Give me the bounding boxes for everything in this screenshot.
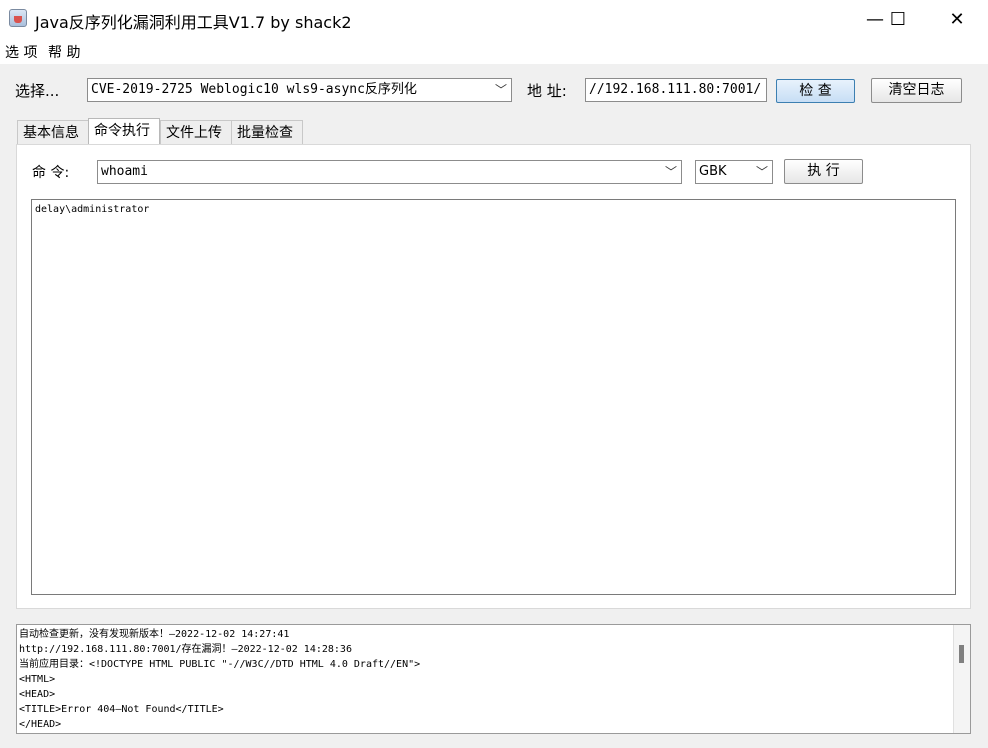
command-output-text: delay\administrator [35,204,150,215]
menu-options[interactable]: 选 项 [5,42,37,62]
select-label: 选择... [15,82,60,100]
log-line: 自动检查更新，没有发现新版本！—2022-12-02 14:27:41 [19,629,290,640]
exploit-select-value: CVE-2019-2725 Weblogic10 wls9-async反序列化 [91,82,417,97]
tab-basic-info[interactable]: 基本信息 [17,120,89,144]
address-label: 地 址: [527,82,567,100]
chevron-down-icon: ﹀ [664,165,677,179]
log-line: 当前应用目录：<!DOCTYPE HTML PUBLIC "-//W3C//DT… [19,659,421,670]
encoding-select-value: GBK [699,164,727,179]
menu-help[interactable]: 帮 助 [48,42,80,62]
tab-file-upload[interactable]: 文件上传 [160,120,232,144]
address-input-value: //192.168.111.80:7001/ [589,82,762,97]
command-input[interactable]: whoami ﹀ [97,160,682,184]
log-line: </HEAD> [19,719,62,730]
address-input[interactable]: //192.168.111.80:7001/ [585,78,767,102]
window-title: Java反序列化漏洞利用工具V1.7 by shack2 [35,13,352,32]
execute-button[interactable]: 执 行 [784,159,863,184]
check-button[interactable]: 检 查 [776,79,855,103]
log-area[interactable]: 自动检查更新，没有发现新版本！—2022-12-02 14:27:41 http… [16,624,971,734]
log-scrollbar[interactable] [953,625,970,733]
close-button[interactable]: ✕ [934,0,980,38]
command-label: 命 令: [32,165,70,181]
chevron-down-icon: ﹀ [755,165,768,179]
log-line: http://192.168.111.80:7001/存在漏洞！—2022-12… [19,644,352,655]
java-cup-icon [9,9,27,27]
encoding-select[interactable]: GBK ﹀ [695,160,773,184]
exploit-select[interactable]: CVE-2019-2725 Weblogic10 wls9-async反序列化 … [87,78,512,102]
tab-batch-check[interactable]: 批量检查 [231,120,303,144]
log-line: <HEAD> [19,689,56,700]
menu-bar: 选 项 帮 助 [0,38,988,64]
title-bar: Java反序列化漏洞利用工具V1.7 by shack2 — ☐ ✕ [0,0,988,38]
clear-log-button[interactable]: 清空日志 [871,78,962,103]
tab-command-exec[interactable]: 命令执行 [88,118,160,144]
chevron-down-icon: ﹀ [494,83,507,97]
log-scroll-thumb[interactable] [959,645,964,663]
log-line: <TITLE>Error 404—Not Found</TITLE> [19,704,224,715]
command-input-value: whoami [101,164,148,179]
maximize-button[interactable]: ☐ [875,0,921,38]
log-line: <HTML> [19,674,56,685]
command-output[interactable]: delay\administrator [31,199,956,595]
